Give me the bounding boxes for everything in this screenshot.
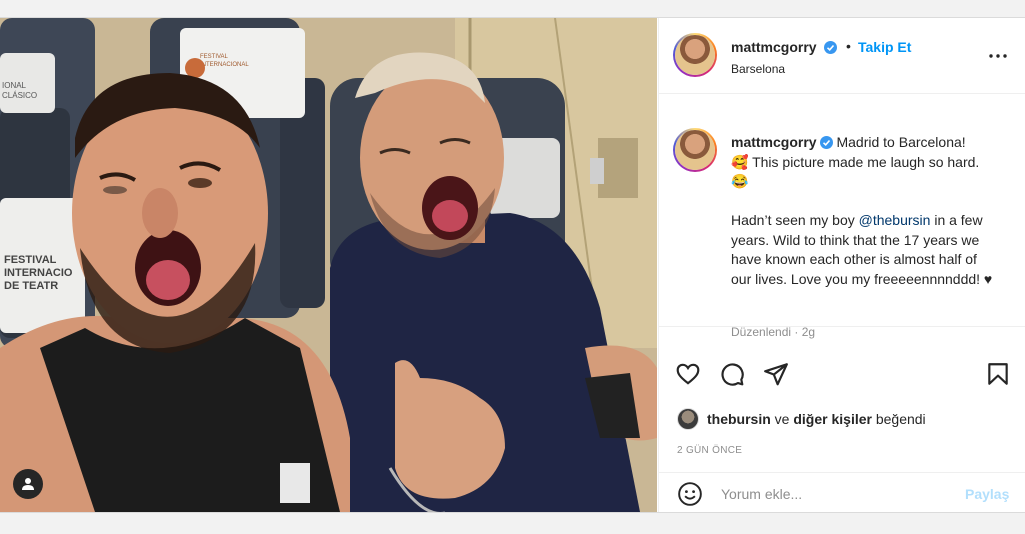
likes-text: thebursin ve diğer kişiler beğendi bbox=[707, 411, 926, 427]
post-modal: FESTIVAL INTERNACIONAL IONAL CLÁSICO FES… bbox=[0, 17, 1025, 513]
post-photo[interactable]: FESTIVAL INTERNACIONAL IONAL CLÁSICO FES… bbox=[0, 18, 657, 512]
send-icon[interactable] bbox=[763, 361, 789, 387]
others-link[interactable]: diğer kişiler bbox=[793, 411, 872, 427]
heart-icon[interactable] bbox=[675, 361, 701, 387]
svg-text:IONAL: IONAL bbox=[2, 81, 27, 90]
comment-input[interactable] bbox=[721, 483, 951, 505]
photo-illustration: FESTIVAL INTERNACIONAL IONAL CLÁSICO FES… bbox=[0, 18, 657, 512]
action-bar bbox=[659, 346, 1025, 402]
share-comment-button[interactable]: Paylaş bbox=[965, 486, 1009, 502]
caption-username[interactable]: mattmcgorry bbox=[731, 134, 817, 150]
header-avatar[interactable] bbox=[673, 33, 717, 77]
caption-paragraph-2-start: Hadn’t seen my boy bbox=[731, 212, 859, 228]
caption-line-1: Madrid to Barcelona! bbox=[836, 134, 966, 150]
follow-button[interactable]: Takip Et bbox=[858, 39, 911, 55]
edited-meta: Düzenlendi · 2g bbox=[731, 325, 816, 339]
svg-text:FESTIVAL: FESTIVAL bbox=[200, 54, 229, 60]
mention-link[interactable]: @thebursin bbox=[859, 212, 931, 228]
post-side-panel: mattmcgorry • Takip Et Barselona mattmcg… bbox=[658, 18, 1025, 512]
likes-end: beğendi bbox=[871, 411, 926, 427]
svg-text:CLÁSICO: CLÁSICO bbox=[2, 91, 37, 100]
post-header: mattmcgorry • Takip Et Barselona bbox=[659, 18, 1025, 94]
user-tag-icon bbox=[22, 478, 34, 490]
bookmark-icon[interactable] bbox=[985, 361, 1011, 387]
comment-bar: Paylaş bbox=[659, 472, 1025, 512]
post-time-ago[interactable]: 2 GÜN ÖNCE bbox=[677, 445, 742, 456]
emoji-icon[interactable] bbox=[677, 481, 703, 507]
caption-text: mattmcgorry Madrid to Barcelona! 🥰 This … bbox=[731, 133, 993, 289]
verified-badge-icon bbox=[819, 136, 833, 149]
user-tag-button[interactable] bbox=[13, 469, 43, 499]
window-bottom-strip bbox=[0, 513, 1025, 534]
caption-avatar[interactable] bbox=[673, 128, 717, 172]
liker-username[interactable]: thebursin bbox=[707, 411, 771, 427]
liker-avatar[interactable] bbox=[677, 408, 699, 430]
caption-line-2: 🥰 This picture made me laugh so hard. 😂 bbox=[731, 153, 980, 190]
verified-badge-icon bbox=[824, 41, 838, 54]
header-separator: • bbox=[846, 38, 851, 54]
header-username-row: mattmcgorry bbox=[731, 39, 838, 57]
svg-text:INTERNACIONAL: INTERNACIONAL bbox=[200, 62, 249, 68]
window-top-strip bbox=[0, 0, 1025, 17]
header-username[interactable]: mattmcgorry bbox=[731, 39, 817, 55]
likes-mid: ve bbox=[770, 411, 794, 427]
location-link[interactable]: Barselona bbox=[731, 62, 785, 76]
svg-text:DE TEATR: DE TEATR bbox=[4, 280, 58, 292]
svg-text:FESTIVAL: FESTIVAL bbox=[4, 254, 57, 266]
post-caption: mattmcgorry Madrid to Barcelona! 🥰 This … bbox=[659, 95, 1025, 339]
comment-icon[interactable] bbox=[719, 361, 745, 387]
more-options-icon[interactable] bbox=[986, 44, 1010, 68]
svg-text:INTERNACIO: INTERNACIO bbox=[4, 267, 73, 279]
